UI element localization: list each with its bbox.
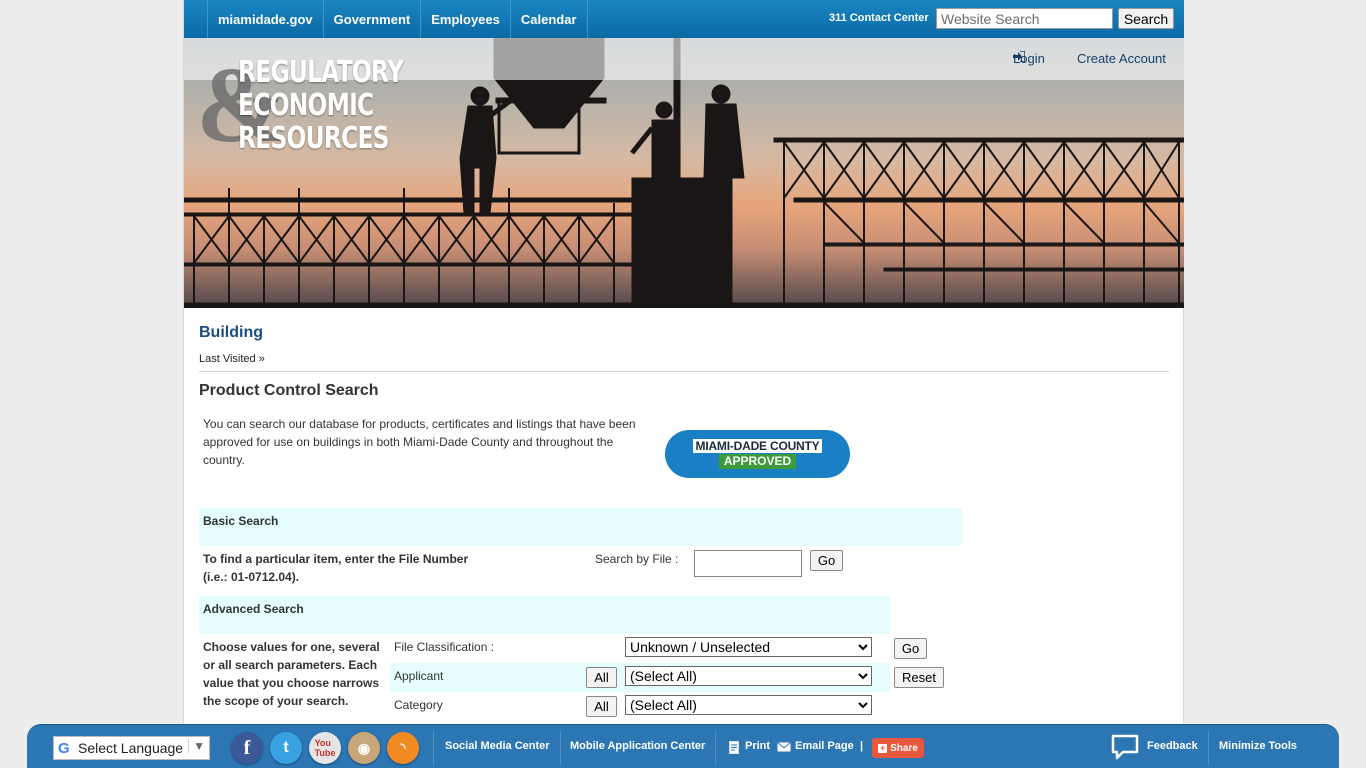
row-file-classification: File Classification : Unknown / Unselect… [390,634,890,663]
applicant-select[interactable]: (Select All) [625,666,872,686]
toolbar-separator [560,731,561,765]
chevron-down-icon: ▼ [188,739,205,753]
website-search-button[interactable]: Search [1118,8,1174,29]
instagram-icon[interactable]: ◉ [348,732,380,764]
twitter-icon[interactable]: t [270,732,302,764]
file-number-input[interactable] [694,550,802,577]
facebook-icon[interactable]: f [231,732,263,764]
last-visited-link[interactable]: Last Visited » [199,353,265,365]
applicant-all-button[interactable]: All [586,667,617,688]
logo-line-economic: ECONOMIC [238,88,374,123]
mobile-app-center-link[interactable]: Mobile Application Center [570,740,705,752]
category-select[interactable]: (Select All) [625,695,872,715]
youtube-icon[interactable]: You Tube [309,732,341,764]
divider [199,371,1169,372]
email-page-link[interactable]: Email Page [795,740,854,752]
basic-search-title: Basic Search [203,514,279,528]
badge-approved-text: APPROVED [718,454,797,469]
basic-search-header: Basic Search [199,508,962,546]
google-icon: G [58,739,70,757]
rss-icon[interactable]: ◝ [387,732,419,764]
social-media-center-link[interactable]: Social Media Center [445,740,550,752]
bottom-toolbar: G Select Language ▼ f t You Tube ◉ ◝ Soci… [27,724,1339,768]
nav-link-calendar[interactable]: Calendar [509,0,588,38]
advanced-search-title: Advanced Search [203,602,304,616]
nav-link-miamidade[interactable]: miamidade.gov [207,0,323,38]
create-account-link[interactable]: Create Account [1077,51,1166,66]
toolbar-separator [715,731,716,765]
row-applicant: Applicant All (Select All) [390,663,890,692]
advanced-go-button[interactable]: Go [894,638,927,659]
hero-banner: & REGULATORY ECONOMIC RESOURCES Login Cr… [184,38,1184,308]
badge-county-text: MIAMI-DADE COUNTY [692,439,823,453]
basic-search-instructions: To find a particular item, enter the Fil… [203,552,469,584]
toolbar-pipe: | [860,740,864,752]
minimize-tools-link[interactable]: Minimize Tools [1219,740,1297,752]
toolbar-separator [1208,731,1209,765]
contact-center-link[interactable]: 311 Contact Center [829,12,929,24]
toolbar-separator [433,731,434,765]
category-all-button[interactable]: All [586,696,617,717]
print-icon [729,741,739,754]
search-by-file-label: Search by File : [595,552,679,566]
advanced-search-instructions: Choose values for one, several or all se… [203,640,380,708]
feedback-icon [1111,734,1139,760]
top-navigation: miamidade.gov Government Employees Calen… [184,0,1184,38]
login-link[interactable]: Login [1013,51,1045,66]
language-label: Select Language [78,740,184,756]
reset-button[interactable]: Reset [894,667,944,688]
rer-logo[interactable]: REGULATORY ECONOMIC RESOURCES [238,55,404,156]
share-button[interactable]: + Share [872,738,924,758]
category-label: Category [394,698,443,712]
language-select[interactable]: G Select Language ▼ [53,736,210,760]
file-classification-select[interactable]: Unknown / Unselected [625,637,872,657]
plus-icon: + [878,742,888,753]
feedback-link[interactable]: Feedback [1147,740,1198,752]
page-heading: Building [199,324,263,341]
login-icon [1013,51,1025,62]
row-category: Category All (Select All) [390,692,890,721]
section-title: Product Control Search [199,382,379,399]
nav-link-employees[interactable]: Employees [420,0,510,38]
print-link[interactable]: Print [745,740,770,752]
logo-line-resources: RESOURCES [238,121,390,156]
top-nav-links: miamidade.gov Government Employees Calen… [207,0,588,38]
advanced-search-header: Advanced Search [199,596,890,634]
share-label: Share [890,742,918,754]
intro-text: You can search our database for products… [203,417,636,467]
basic-go-button[interactable]: Go [810,550,843,571]
logo-line-regulatory: REGULATORY [238,55,404,90]
page-container: miamidade.gov Government Employees Calen… [183,0,1184,768]
email-icon [777,742,791,752]
applicant-label: Applicant [394,669,444,683]
nav-link-government[interactable]: Government [322,0,421,38]
website-search-input[interactable] [936,8,1113,29]
file-classification-label: File Classification : [394,640,495,654]
miami-dade-approved-logo: MIAMI-DADE COUNTY APPROVED [665,430,850,478]
